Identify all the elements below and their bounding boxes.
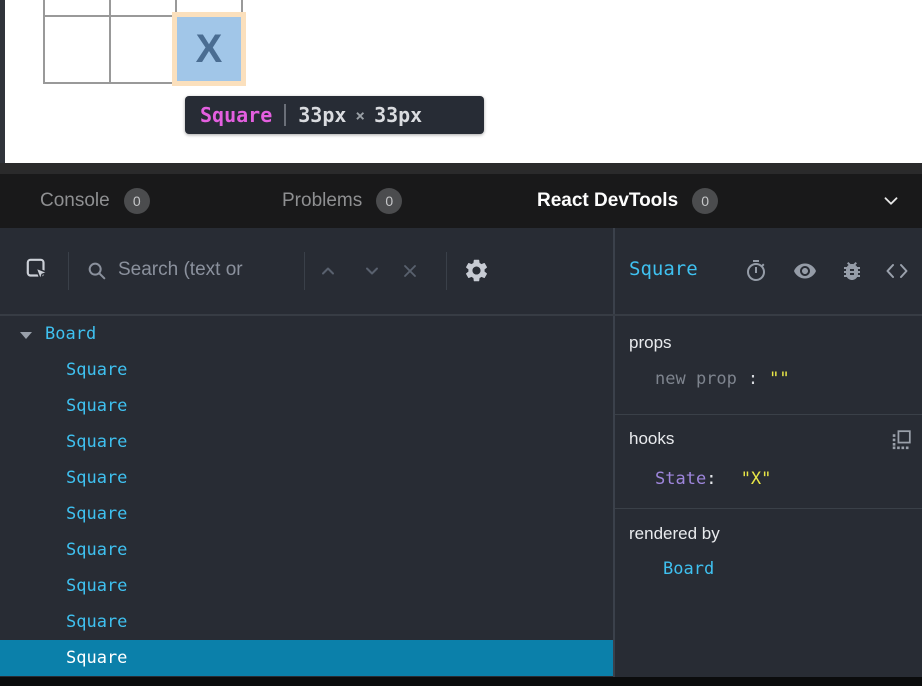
- panel-divider[interactable]: [613, 228, 615, 677]
- hooks-section-header: hooks: [629, 427, 674, 451]
- tree-item-square[interactable]: Square: [0, 460, 613, 496]
- search-icon: [86, 260, 108, 282]
- tab-problems[interactable]: Problems 0: [282, 174, 402, 228]
- grid-line: [241, 0, 243, 84]
- tab-console-label: Console: [40, 190, 110, 212]
- toolbar-separator: [68, 252, 69, 290]
- tree-item-label: Square: [66, 360, 127, 380]
- search-input[interactable]: [118, 254, 304, 286]
- tree-item-square[interactable]: Square: [0, 532, 613, 568]
- tree-item-board[interactable]: Board: [0, 316, 613, 352]
- hook-value[interactable]: "X": [741, 469, 772, 489]
- inspected-square-cell[interactable]: X: [177, 17, 241, 81]
- tree-item-square[interactable]: Square: [0, 352, 613, 388]
- page-viewport: X Square 33px × 33px: [0, 0, 922, 163]
- rendered-by-section-header: rendered by: [629, 522, 720, 546]
- react-devtools-screen: X Square 33px × 33px Console 0 Problems …: [0, 0, 922, 686]
- prop-separator: :: [748, 367, 758, 391]
- tab-react-devtools[interactable]: React DevTools 0: [537, 174, 718, 228]
- toolbar-separator: [446, 252, 447, 290]
- drawer-top-strip: [0, 163, 922, 174]
- square-value: X: [196, 27, 223, 72]
- tooltip-dimensions: 33px × 33px: [298, 103, 422, 127]
- tree-item-square[interactable]: Square: [0, 496, 613, 532]
- tree-item-label: Square: [66, 540, 127, 560]
- props-section-header: props: [629, 331, 672, 355]
- gear-icon[interactable]: [463, 257, 490, 284]
- tooltip-divider: [284, 104, 286, 126]
- bottom-bar: [0, 677, 922, 686]
- chevron-down-icon[interactable]: [880, 190, 902, 212]
- tab-console[interactable]: Console 0: [40, 174, 150, 228]
- rendered-by-link[interactable]: Board: [663, 557, 714, 581]
- chevron-down-icon[interactable]: [362, 261, 382, 281]
- new-prop-value[interactable]: "": [769, 367, 789, 391]
- expander-triangle-icon[interactable]: [20, 332, 32, 339]
- inspect-element-icon[interactable]: [24, 256, 50, 282]
- grid-line: [109, 0, 111, 84]
- tree-item-square-selected[interactable]: Square: [0, 640, 613, 676]
- new-prop-input[interactable]: new prop: [655, 367, 737, 391]
- chevron-up-icon[interactable]: [318, 261, 338, 281]
- selected-component-title: Square: [629, 258, 698, 280]
- tab-react-devtools-label: React DevTools: [537, 190, 678, 212]
- grid-line: [43, 82, 243, 84]
- tree-item-label: Square: [66, 396, 127, 416]
- window-left-edge: [0, 0, 5, 163]
- react-devtools-panel: Square Board Square Square Square Square…: [0, 228, 922, 677]
- tree-item-square[interactable]: Square: [0, 424, 613, 460]
- tooltip-height: 33px: [374, 103, 422, 127]
- tab-problems-badge: 0: [376, 188, 402, 214]
- hook-name: State: [655, 469, 706, 489]
- bug-icon[interactable]: [840, 259, 864, 283]
- tooltip-component-name: Square: [200, 103, 272, 127]
- devtools-tab-bar: Console 0 Problems 0 React DevTools 0: [0, 174, 922, 228]
- tree-item-label: Square: [66, 504, 127, 524]
- inspect-tooltip: Square 33px × 33px: [185, 96, 484, 134]
- tree-item-label: Square: [66, 648, 127, 668]
- tree-item-label: Square: [66, 432, 127, 452]
- stopwatch-icon[interactable]: [744, 259, 768, 283]
- tree-item-label: Board: [45, 324, 96, 344]
- tree-item-square[interactable]: Square: [0, 388, 613, 424]
- toolbar-separator: [304, 252, 305, 290]
- tab-console-badge: 0: [124, 188, 150, 214]
- eye-icon[interactable]: [792, 259, 818, 283]
- tree-item-label: Square: [66, 468, 127, 488]
- hook-separator: :: [706, 469, 716, 489]
- tree-item-square[interactable]: Square: [0, 604, 613, 640]
- hook-state-row[interactable]: State: "X": [655, 467, 771, 491]
- code-brackets-icon[interactable]: [884, 259, 910, 283]
- tab-react-devtools-badge: 0: [692, 188, 718, 214]
- parse-hook-names-icon[interactable]: [891, 429, 912, 450]
- tree-item-label: Square: [66, 612, 127, 632]
- new-prop-row[interactable]: new prop : "": [655, 367, 790, 391]
- component-tree: Board Square Square Square Square Square…: [0, 316, 613, 676]
- close-icon[interactable]: [400, 261, 420, 281]
- grid-line: [43, 0, 45, 84]
- tree-item-label: Square: [66, 576, 127, 596]
- tree-item-square[interactable]: Square: [0, 568, 613, 604]
- section-divider: [615, 414, 922, 415]
- tab-problems-label: Problems: [282, 190, 362, 212]
- section-divider: [615, 508, 922, 509]
- tooltip-times: ×: [355, 106, 365, 125]
- tooltip-width: 33px: [298, 103, 346, 127]
